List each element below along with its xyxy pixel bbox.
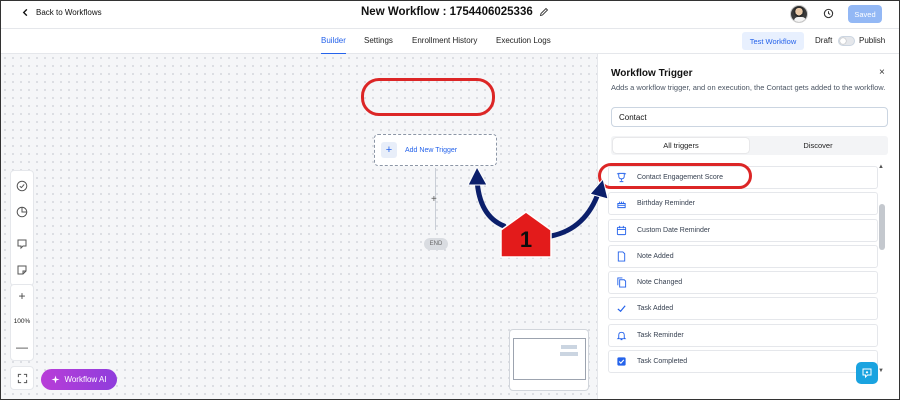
- minimap-node: [560, 352, 578, 356]
- workflow-ai-button[interactable]: Workflow AI: [41, 369, 117, 390]
- tab-enrollment-history[interactable]: Enrollment History: [412, 36, 477, 45]
- add-step-button[interactable]: +: [431, 194, 437, 205]
- comment-icon[interactable]: [16, 238, 28, 250]
- trigger-item-birthday-reminder[interactable]: Birthday Reminder: [608, 192, 878, 216]
- end-node: END: [424, 238, 448, 250]
- zoom-out-button[interactable]: —: [11, 340, 33, 354]
- workflow-title: New Workflow : 1754406025336: [361, 6, 549, 18]
- canvas-toolbar: [10, 170, 34, 286]
- add-new-trigger-node[interactable]: + Add New Trigger: [374, 134, 497, 166]
- zoom-in-button[interactable]: +: [11, 289, 33, 303]
- trigger-list: Contact Engagement Score Birthday Remind…: [608, 166, 880, 376]
- close-icon[interactable]: ×: [879, 67, 885, 78]
- panel-scrollbar-thumb[interactable]: [879, 204, 885, 250]
- trigger-item-label: Note Changed: [637, 279, 683, 287]
- trigger-item-label: Task Completed: [637, 358, 688, 366]
- top-bar: Back to Workflows New Workflow : 1754406…: [1, 1, 899, 29]
- history-icon[interactable]: [823, 8, 834, 19]
- check-circle-icon[interactable]: [16, 180, 28, 192]
- panel-description: Adds a workflow trigger, and on executio…: [611, 83, 886, 92]
- pencil-icon[interactable]: [539, 7, 549, 17]
- minimap-node: [561, 345, 577, 349]
- scroll-down-arrow[interactable]: ▼: [878, 368, 884, 374]
- bell-icon: [615, 329, 627, 341]
- trigger-search-input[interactable]: [611, 107, 888, 127]
- tab-settings[interactable]: Settings: [364, 36, 393, 45]
- trigger-item-label: Task Added: [637, 305, 674, 313]
- trigger-item-label: Task Reminder: [637, 331, 684, 339]
- trigger-item-note-changed[interactable]: Note Changed: [608, 271, 878, 295]
- trigger-item-label: Custom Date Reminder: [637, 226, 711, 234]
- fit-view-button[interactable]: [10, 366, 34, 390]
- trigger-item-note-added[interactable]: Note Added: [608, 244, 878, 268]
- chevron-left-icon: [22, 8, 28, 17]
- publish-toggle[interactable]: [838, 36, 855, 46]
- app-frame: Back to Workflows New Workflow : 1754406…: [0, 0, 900, 400]
- user-avatar[interactable]: [790, 5, 808, 23]
- publish-label: Publish: [859, 36, 886, 45]
- zoom-level: 100%: [13, 318, 31, 325]
- sticky-note-icon[interactable]: [16, 264, 28, 276]
- trigger-item-task-completed[interactable]: Task Completed: [608, 350, 878, 374]
- panel-title: Workflow Trigger: [611, 68, 693, 79]
- trigger-item-custom-date-reminder[interactable]: Custom Date Reminder: [608, 218, 878, 242]
- tab-execution-logs[interactable]: Execution Logs: [496, 36, 551, 45]
- minimap[interactable]: [509, 329, 589, 391]
- annotation-highlight-trigger: [361, 78, 495, 116]
- trigger-item-task-added[interactable]: Task Added: [608, 297, 878, 321]
- add-trigger-label: Add New Trigger: [405, 146, 458, 154]
- workflow-canvas[interactable]: + Add New Trigger + END + 100% — Workflo…: [1, 54, 597, 399]
- cake-icon: [615, 198, 627, 210]
- test-workflow-button[interactable]: Test Workflow: [742, 32, 804, 50]
- expand-icon: [17, 373, 27, 383]
- note-copy-icon: [615, 277, 627, 289]
- trigger-item-label: Birthday Reminder: [637, 200, 695, 208]
- trigger-tabs: All triggers Discover: [611, 136, 888, 155]
- sub-navigation: Builder Settings Enrollment History Exec…: [1, 29, 899, 55]
- workflow-title-text: New Workflow : 1754406025336: [361, 6, 533, 18]
- back-label: Back to Workflows: [36, 8, 102, 17]
- annotation-highlight-engagement-score: [598, 163, 752, 189]
- pie-chart-icon[interactable]: [16, 206, 28, 218]
- check-icon: [615, 303, 627, 315]
- help-chat-button[interactable]: [856, 362, 878, 384]
- note-icon: [615, 250, 627, 262]
- scroll-up-arrow[interactable]: ▲: [878, 164, 884, 170]
- draft-label: Draft: [815, 36, 833, 45]
- saved-button[interactable]: Saved: [848, 5, 882, 23]
- workflow-ai-label: Workflow AI: [64, 375, 107, 384]
- back-to-workflows-link[interactable]: Back to Workflows: [21, 8, 102, 17]
- tab-builder[interactable]: Builder: [321, 36, 346, 55]
- minimap-viewport: [513, 338, 586, 380]
- tab-discover[interactable]: Discover: [750, 138, 886, 153]
- workflow-trigger-panel: Workflow Trigger × Adds a workflow trigg…: [597, 54, 899, 399]
- tab-all-triggers[interactable]: All triggers: [613, 138, 749, 153]
- zoom-controls: + 100% —: [10, 284, 34, 361]
- checkbox-icon: [615, 356, 627, 368]
- trigger-item-task-reminder[interactable]: Task Reminder: [608, 323, 878, 347]
- sparkle-icon: [51, 375, 61, 384]
- trigger-item-label: Note Added: [637, 252, 674, 260]
- plus-icon: +: [381, 142, 397, 158]
- calendar-icon: [615, 224, 627, 236]
- chat-icon: [862, 368, 872, 379]
